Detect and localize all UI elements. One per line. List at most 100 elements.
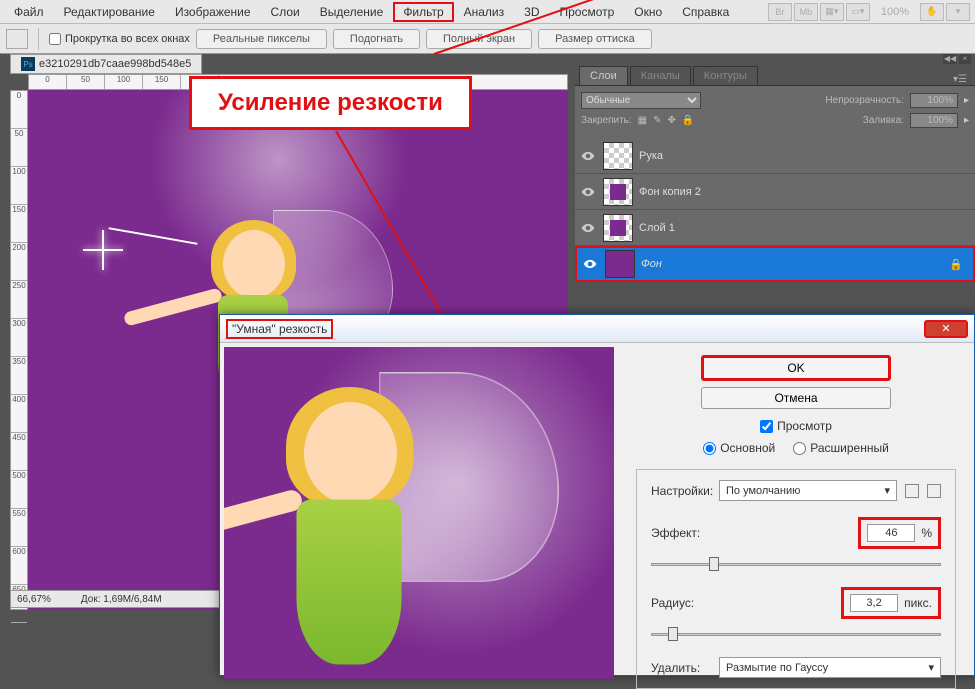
ruler-mark: 450 [11,433,27,471]
dialog-preview[interactable] [224,347,614,679]
tab-paths[interactable]: Контуры [693,66,758,85]
layer-name[interactable]: Фон [641,258,662,270]
layer-name[interactable]: Рука [639,150,663,162]
advanced-radio[interactable]: Расширенный [793,441,889,455]
document-status-bar: 66,67% Док: 1,69M/6,84M [10,590,240,608]
layer-thumbnail[interactable] [603,214,633,242]
delete-preset-icon[interactable] [927,484,941,498]
tab-channels[interactable]: Каналы [630,66,691,85]
ruler-mark: 600 [11,547,27,585]
fill-value[interactable]: 100% [910,113,958,128]
menu-select[interactable]: Выделение [310,2,394,22]
settings-preset-select[interactable]: По умолчанию ▾ [719,480,897,501]
remove-value: Размытие по Гауссу [726,662,828,674]
arrange-button[interactable]: ▭▾ [846,3,870,21]
menu-view[interactable]: Просмотр [549,2,624,22]
menu-edit[interactable]: Редактирование [54,2,165,22]
annotation-text: Усиление резкости [218,89,443,116]
print-size-button[interactable]: Размер оттиска [538,29,652,49]
blend-mode-select[interactable]: Обычные [581,92,701,109]
layer-row-layer1[interactable]: Слой 1 [575,210,975,246]
tab-layers[interactable]: Слои [579,66,628,85]
scroll-all-windows-checkbox[interactable]: Прокрутка во всех окнах [49,33,190,45]
zoom-display[interactable]: 100% [871,6,919,18]
menu-image[interactable]: Изображение [165,2,261,22]
layer-row-hand[interactable]: Рука [575,138,975,174]
screen-mode-button[interactable]: ▦▾ [820,3,844,21]
lock-position-icon[interactable]: ✥ [668,115,676,126]
radius-slider[interactable] [651,627,941,643]
effect-slider[interactable] [651,557,941,573]
sparkle-icon [83,230,123,270]
cancel-button[interactable]: Отмена [701,387,891,409]
layer-thumbnail[interactable] [603,142,633,170]
panel-collapse-icon[interactable]: ◀◀ [943,54,957,64]
lock-label: Закрепить: [581,115,632,126]
real-pixels-button[interactable]: Реальные пикселы [196,29,327,49]
layers-panel-tabs: Слои Каналы Контуры ▾☰ [575,64,975,86]
layer-name[interactable]: Слой 1 [639,222,675,234]
chevron-right-icon[interactable]: ▸ [964,95,969,106]
menu-filter[interactable]: Фильтр [393,2,453,22]
visibility-icon[interactable] [579,219,597,237]
settings-label: Настройки: [651,484,711,498]
panel-close-icon[interactable]: × [959,54,971,64]
ruler-mark: 150 [143,75,181,90]
tool-preset-icon[interactable] [6,29,28,49]
smart-sharpen-dialog: "Умная" резкость ✕ OK Отмена [219,314,975,676]
basic-radio[interactable]: Основной [703,441,775,455]
menu-analysis[interactable]: Анализ [454,2,515,22]
lock-pixels-icon[interactable]: ✎ [653,115,661,126]
layer-row-background[interactable]: Фон 🔒 [575,246,975,282]
ruler-mark: 100 [105,75,143,90]
ruler-mark: 550 [11,509,27,547]
menu-help[interactable]: Справка [672,2,739,22]
workspace-switcher[interactable]: ▾ [946,3,970,21]
lock-all-icon[interactable]: 🔒 [682,115,694,126]
layer-thumbnail[interactable] [603,178,633,206]
extras-button[interactable]: ✋ [920,3,944,21]
chevron-down-icon: ▾ [884,484,890,497]
preview-checkbox[interactable] [760,420,773,433]
ruler-mark: 500 [11,471,27,509]
toolbox[interactable] [0,54,10,676]
dialog-controls: OK Отмена Просмотр Основной Расширенный … [618,343,974,675]
minibridge-button[interactable]: Mb [794,3,818,21]
settings-preset-value: По умолчанию [726,485,800,497]
layer-thumbnail[interactable] [605,250,635,278]
lock-transparency-icon[interactable]: ▦ [638,115,647,126]
menu-layers[interactable]: Слои [261,2,310,22]
panel-menu-icon[interactable]: ▾☰ [949,74,971,85]
document-tab[interactable]: Ps e3210291db7caae998bd548e5 [10,54,202,74]
ruler-mark: 200 [11,243,27,281]
scroll-checkbox-input[interactable] [49,33,61,45]
visibility-icon[interactable] [581,255,599,273]
ok-button[interactable]: OK [701,355,891,381]
menu-file[interactable]: Файл [4,2,54,22]
basic-label: Основной [720,441,775,455]
radius-input[interactable]: 3,2 [850,594,898,612]
settings-fieldset: Настройки: По умолчанию ▾ Эффект: 46 % [636,469,956,689]
chevron-right-icon[interactable]: ▸ [964,115,969,126]
lock-icon: 🔒 [949,258,963,271]
radius-label: Радиус: [651,596,721,610]
visibility-icon[interactable] [579,147,597,165]
remove-select[interactable]: Размытие по Гауссу ▾ [719,657,941,678]
close-button[interactable]: ✕ [924,320,968,338]
annotation-callout: Усиление резкости [189,76,472,130]
ruler-mark: 100 [11,167,27,205]
dialog-titlebar[interactable]: "Умная" резкость ✕ [220,315,974,343]
layer-row-bgcopy2[interactable]: Фон копия 2 [575,174,975,210]
bridge-button[interactable]: Br [768,3,792,21]
visibility-icon[interactable] [579,183,597,201]
effect-input[interactable]: 46 [867,524,915,542]
menu-window[interactable]: Окно [624,2,672,22]
ruler-vertical[interactable]: 0 50 100 150 200 250 300 350 400 450 500… [10,90,28,610]
layer-name[interactable]: Фон копия 2 [639,186,701,198]
doc-info[interactable]: Док: 1,69M/6,84M [81,594,162,605]
save-preset-icon[interactable] [905,484,919,498]
fit-button[interactable]: Подогнать [333,29,420,49]
zoom-value[interactable]: 66,67% [17,594,51,605]
advanced-label: Расширенный [810,441,889,455]
opacity-value[interactable]: 100% [910,93,958,108]
